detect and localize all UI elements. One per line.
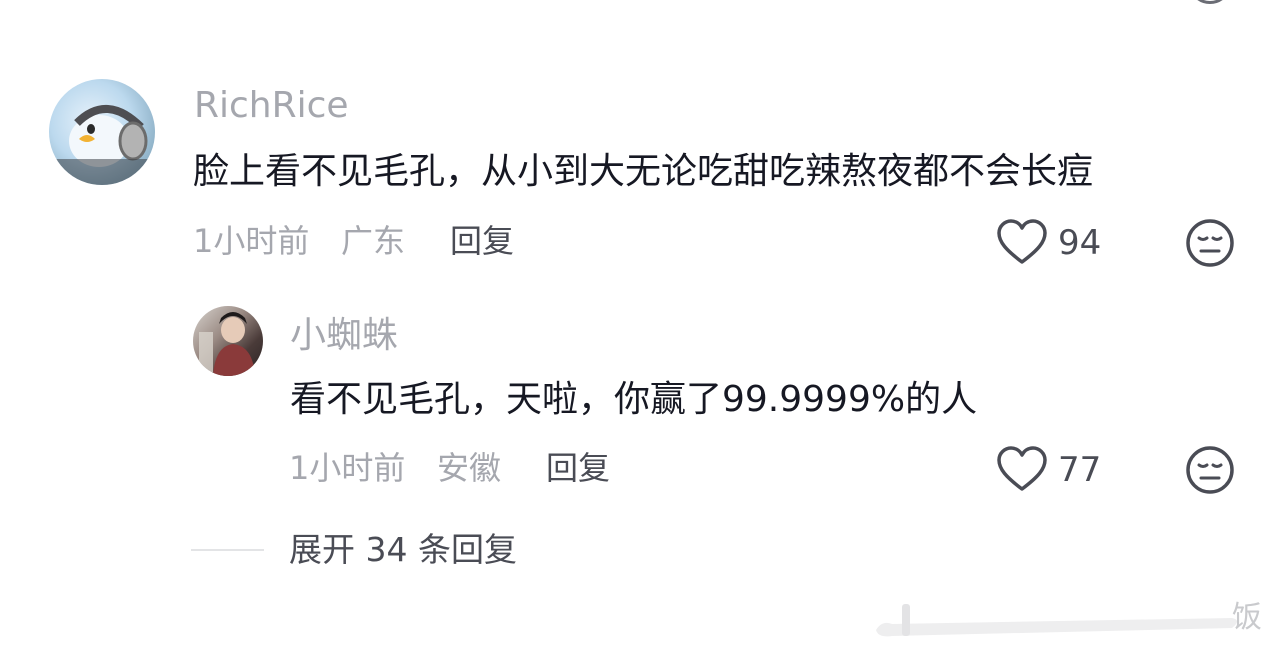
- reply-text: 看不见毛孔，天啦，你赢了99.9999%的人: [290, 379, 978, 420]
- watermark-swoosh-icon: [876, 604, 1237, 637]
- reply-reply-button[interactable]: 回复: [546, 452, 610, 484]
- comment-reply-button[interactable]: 回复: [450, 225, 514, 257]
- expand-replies-button[interactable]: 展开 34 条回复: [289, 533, 517, 566]
- comment-username[interactable]: RichRice: [194, 88, 349, 124]
- expand-divider: [191, 549, 264, 551]
- reply-like-count: 77: [1058, 450, 1102, 490]
- heart-icon: [997, 219, 1047, 264]
- duck-headphones-icon: [49, 105, 155, 185]
- reply-time: 1小时前: [289, 449, 406, 487]
- emoji-reaction-icon-partial[interactable]: [1188, 0, 1232, 4]
- comment-text: 脸上看不见毛孔，从小到大无论吃甜吃辣熬夜都不会长痘: [193, 151, 1094, 192]
- comment-like-count: 94: [1058, 223, 1102, 263]
- person-photo-icon: [199, 312, 255, 376]
- comment-time: 1小时前: [193, 222, 310, 260]
- reply-avatar[interactable]: [193, 306, 263, 376]
- expressionless-face-icon: [1186, 219, 1234, 267]
- comment-like-button[interactable]: [996, 218, 1048, 266]
- reply-dislike-button[interactable]: [1185, 445, 1235, 495]
- comment-location: 广东: [341, 222, 406, 260]
- heart-icon: [997, 446, 1047, 491]
- watermark-text: 饭: [1232, 600, 1262, 635]
- reply-like-button[interactable]: [996, 445, 1048, 493]
- avatar[interactable]: [49, 79, 155, 185]
- watermark-logo: [872, 602, 1272, 642]
- reply-username[interactable]: 小蜘蛛: [290, 318, 398, 354]
- comment-dislike-button[interactable]: [1185, 218, 1235, 268]
- expressionless-face-icon: [1186, 446, 1234, 494]
- reply-location: 安徽: [437, 449, 502, 487]
